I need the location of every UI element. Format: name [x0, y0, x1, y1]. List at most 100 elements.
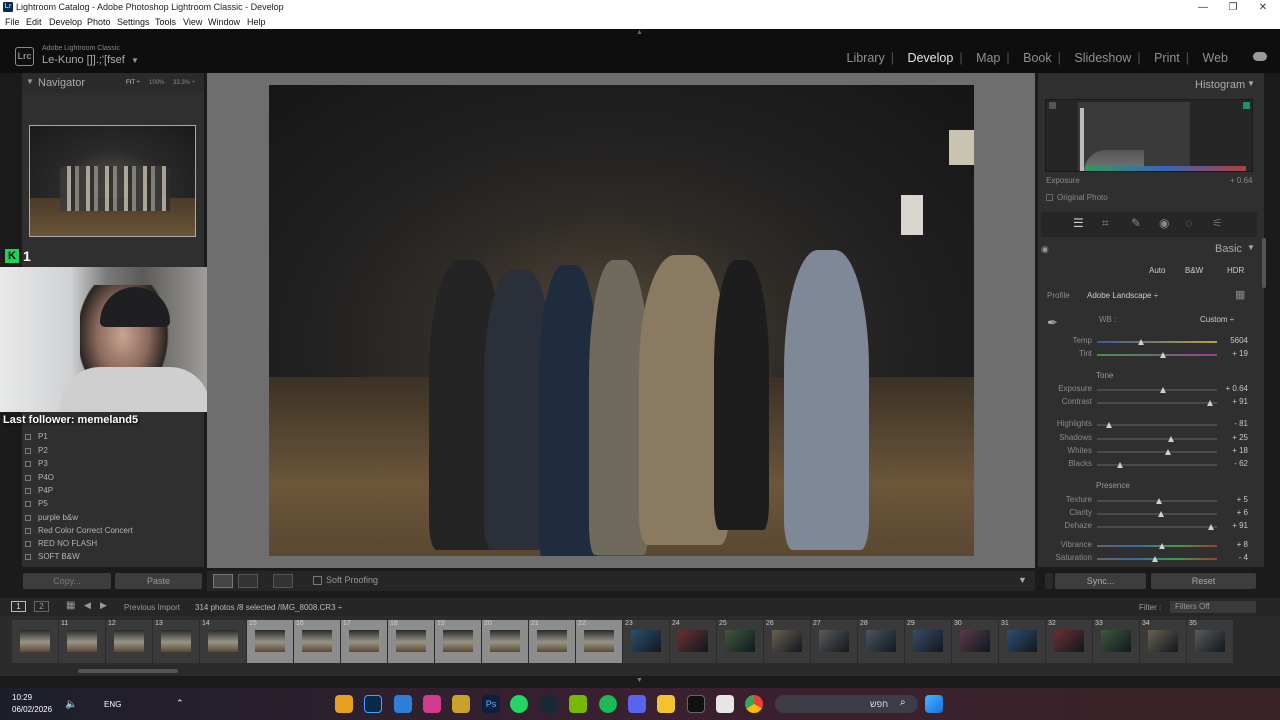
zoom-100[interactable]: 100%	[149, 80, 164, 86]
filmstrip-cell[interactable]: 13	[153, 620, 199, 663]
preset-item[interactable]: RED NO FLASH	[25, 539, 97, 548]
slider-handle[interactable]	[1208, 524, 1214, 530]
slider-handle[interactable]	[1168, 436, 1175, 442]
clock-date[interactable]: 06/02/2026	[12, 705, 52, 714]
filmstrip-cell[interactable]: 32	[1046, 620, 1092, 663]
histogram-chart[interactable]	[1045, 99, 1253, 172]
filmstrip-cell[interactable]: 24	[670, 620, 716, 663]
preset-item[interactable]: P4P	[25, 486, 53, 495]
highlight-clipping-icon[interactable]	[1243, 102, 1250, 109]
slider-handle[interactable]	[1106, 422, 1112, 428]
preset-item[interactable]: P3	[25, 459, 48, 468]
clock-time[interactable]: 10:29	[12, 693, 32, 702]
filmstrip-cell[interactable]: 35	[1187, 620, 1233, 663]
filter-select[interactable]: Filters Off	[1170, 601, 1256, 613]
minimize-button[interactable]: —	[1188, 0, 1218, 15]
collapse-top-panel-icon[interactable]: ▲	[636, 29, 643, 36]
menu-edit[interactable]: Edit	[26, 15, 42, 29]
store-icon[interactable]	[716, 695, 734, 713]
masking-icon[interactable]: ◌	[1185, 216, 1192, 230]
filmstrip-cell[interactable]: 14	[200, 620, 246, 663]
red-eye-icon[interactable]: ◉	[1159, 216, 1169, 230]
chrome-icon[interactable]	[745, 695, 763, 713]
menu-help[interactable]: Help	[247, 15, 266, 29]
preset-item[interactable]: Red Color Correct Concert	[25, 526, 133, 535]
filmstrip-cell[interactable]: 28	[858, 620, 904, 663]
cloud-sync-icon[interactable]	[1253, 52, 1267, 61]
module-library[interactable]: Library	[847, 51, 885, 65]
slider-track[interactable]	[1097, 341, 1217, 343]
wb-select[interactable]: Custom ÷	[1200, 315, 1234, 324]
view-secondary[interactable]: 2	[34, 601, 49, 612]
original-photo-checkbox[interactable]	[1046, 194, 1053, 201]
filmstrip-cell[interactable]: 16	[294, 620, 340, 663]
slider-handle[interactable]	[1160, 352, 1166, 358]
preset-item[interactable]: SOFT B&W	[25, 552, 80, 561]
filmstrip-cell[interactable]: 21	[529, 620, 575, 663]
navigator-preview[interactable]	[29, 125, 196, 237]
zoom-33[interactable]: 33.3% ÷	[173, 80, 195, 86]
slider-value[interactable]: + 0.64	[1218, 384, 1248, 393]
slider-handle[interactable]	[1164, 449, 1171, 455]
forward-arrow-icon[interactable]: ▶	[100, 600, 107, 611]
photoshop-icon[interactable]: Ps	[482, 695, 500, 713]
soft-proofing-checkbox[interactable]	[313, 576, 322, 585]
panel-scrollbar[interactable]	[1262, 238, 1266, 288]
profile-select[interactable]: Adobe Landscape ÷	[1087, 291, 1158, 300]
slider-value[interactable]: - 4	[1218, 553, 1248, 562]
preset-item[interactable]: purple b&w	[25, 513, 78, 522]
filmstrip-cell[interactable]: 29	[905, 620, 951, 663]
slider-value[interactable]: + 25	[1218, 433, 1248, 442]
grid-icon[interactable]: ▦	[66, 600, 75, 611]
lightroom-taskbar-icon[interactable]	[364, 695, 382, 713]
slider-handle[interactable]	[1157, 511, 1164, 517]
treatment-auto[interactable]: Auto	[1149, 266, 1165, 275]
photos-icon[interactable]	[394, 695, 412, 713]
slider-value[interactable]: + 6	[1218, 508, 1248, 517]
slider-handle[interactable]	[1116, 462, 1123, 468]
shadow-clipping-icon[interactable]	[1049, 102, 1056, 109]
slider-handle[interactable]	[1151, 556, 1158, 562]
slider-handle[interactable]	[1158, 543, 1165, 549]
catalog-dropdown-icon[interactable]: ▼	[131, 56, 139, 65]
slider-handle[interactable]	[1206, 400, 1213, 406]
back-arrow-icon[interactable]: ◀	[84, 600, 91, 611]
filmstrip-cell[interactable]: 27	[811, 620, 857, 663]
paste-settings-button[interactable]: Paste	[115, 573, 202, 589]
slider-value[interactable]: + 5	[1218, 495, 1248, 504]
preset-item[interactable]: P2	[25, 446, 48, 455]
slider-value[interactable]: 5604	[1218, 336, 1248, 345]
slider-track[interactable]	[1097, 402, 1217, 404]
filmstrip-cell[interactable]: 15	[247, 620, 293, 663]
menu-view[interactable]: View	[183, 15, 202, 29]
menu-develop[interactable]: Develop	[49, 15, 82, 29]
treatment-bw[interactable]: B&W	[1185, 266, 1203, 275]
language-indicator[interactable]: ENG	[104, 700, 121, 709]
search-icon[interactable]: ⌕	[900, 697, 906, 708]
crop-icon[interactable]: ⌗	[1102, 216, 1109, 231]
zoom-fit[interactable]: FIT ÷	[126, 80, 140, 86]
filmstrip-cell[interactable]: 19	[435, 620, 481, 663]
filmstrip-cell[interactable]: 34	[1140, 620, 1186, 663]
visibility-eye-icon[interactable]: ◉	[1041, 244, 1049, 255]
app-icon[interactable]	[335, 695, 353, 713]
slider-track[interactable]	[1097, 389, 1217, 391]
start-windows-icon[interactable]	[925, 695, 943, 713]
shield-app-icon[interactable]	[452, 695, 470, 713]
module-slideshow[interactable]: Slideshow	[1074, 51, 1131, 65]
before-after-split-icon[interactable]	[273, 574, 293, 588]
profile-browser-icon[interactable]: ▦	[1235, 288, 1245, 301]
collapse-triangle-icon[interactable]: ▼	[1247, 243, 1255, 252]
slider-value[interactable]: + 91	[1218, 521, 1248, 530]
slider-value[interactable]: + 19	[1218, 349, 1248, 358]
filmstrip-cell[interactable]: 31	[999, 620, 1045, 663]
slider-value[interactable]: + 8	[1218, 540, 1248, 549]
preset-item[interactable]: P1	[25, 432, 48, 441]
slider-track[interactable]	[1097, 464, 1217, 466]
filmstrip-cell[interactable]: 11	[59, 620, 105, 663]
slider-handle[interactable]	[1160, 387, 1166, 393]
preset-item[interactable]: P4O	[25, 473, 54, 482]
slider-value[interactable]: - 62	[1218, 459, 1248, 468]
menu-file[interactable]: File	[5, 15, 20, 29]
module-map[interactable]: Map	[976, 51, 1000, 65]
